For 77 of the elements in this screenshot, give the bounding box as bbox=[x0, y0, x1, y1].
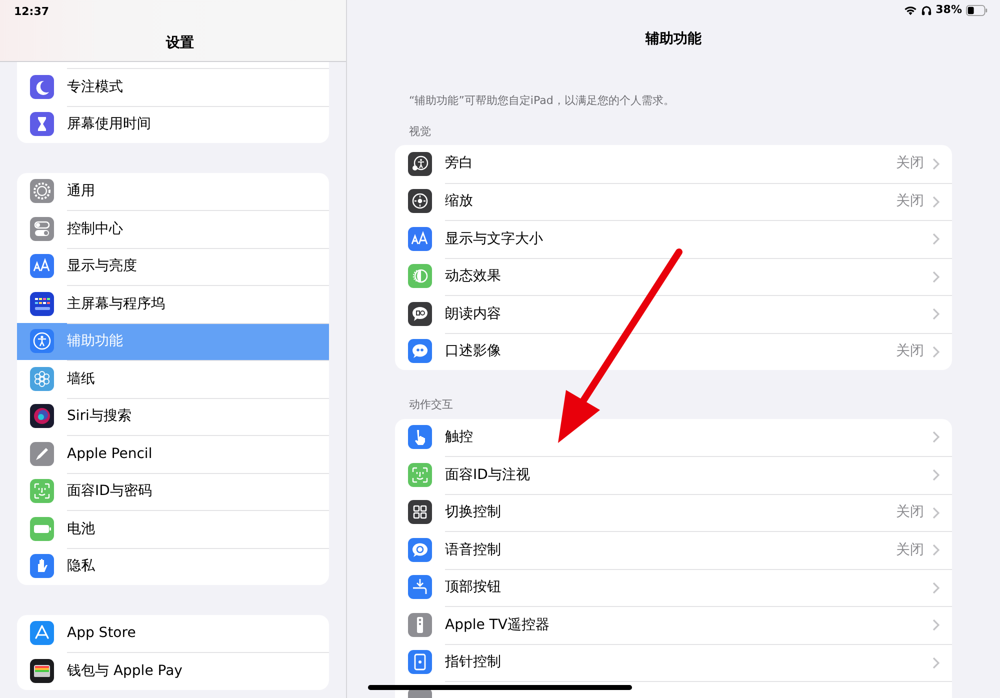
sidebar-item[interactable]: 通用 bbox=[17, 172, 329, 210]
chevron-icon bbox=[932, 158, 940, 170]
chevron-icon bbox=[932, 582, 940, 594]
settings-row[interactable]: 面容ID与注视 bbox=[395, 456, 952, 494]
chevron-icon bbox=[932, 308, 940, 320]
voice-control-icon bbox=[408, 538, 432, 562]
sidebar-item[interactable]: 专注模式 bbox=[17, 68, 329, 106]
face-id-icon bbox=[408, 462, 432, 487]
pencil-icon bbox=[30, 442, 54, 466]
sidebar-item[interactable]: Apple Pencil bbox=[17, 435, 329, 472]
sidebar-item[interactable]: 墙纸 bbox=[17, 360, 329, 398]
section-header: 视觉 bbox=[409, 124, 432, 140]
chevron-icon bbox=[932, 431, 940, 444]
settings-row[interactable]: 动态效果 bbox=[395, 258, 952, 295]
remote-icon bbox=[408, 612, 432, 637]
settings-row[interactable]: Apple TV遥控器 bbox=[395, 606, 952, 644]
section-header: 动作交互 bbox=[409, 397, 454, 413]
chevron-icon bbox=[932, 196, 940, 208]
page-title: 辅助功能 bbox=[644, 30, 702, 49]
chevron-icon bbox=[932, 656, 940, 669]
settings-row[interactable]: 旁白 关闭 bbox=[395, 145, 952, 182]
sidebar-item[interactable]: 屏幕使用时间 bbox=[17, 106, 329, 143]
voiceover-icon bbox=[408, 152, 432, 176]
sidebar-item[interactable]: 控制中心 bbox=[17, 210, 329, 248]
chevron-icon bbox=[932, 270, 940, 283]
battery-percent: 38% bbox=[936, 2, 962, 18]
accessibility-icon bbox=[30, 329, 54, 354]
wallet-icon bbox=[30, 658, 54, 683]
app-store-icon bbox=[30, 621, 54, 646]
pointing-hand-icon bbox=[408, 425, 432, 450]
settings-row[interactable]: 缩放 关闭 bbox=[395, 182, 952, 220]
gear-icon bbox=[30, 179, 54, 204]
toggles-icon bbox=[30, 216, 54, 241]
switch-grid-icon bbox=[408, 500, 432, 524]
status-time: 12:37 bbox=[14, 4, 50, 20]
chevron-icon bbox=[932, 619, 940, 632]
text-size-icon bbox=[30, 254, 54, 278]
settings-row[interactable]: 切换控制 关闭 bbox=[395, 494, 952, 531]
sidebar-item[interactable]: 电池 bbox=[17, 510, 329, 548]
settings-row[interactable]: 语音控制 关闭 bbox=[395, 531, 952, 568]
speech-bubble-icon bbox=[408, 302, 432, 326]
wifi-icon bbox=[904, 6, 917, 16]
description-text: “辅助功能”可帮助您自定iPad，以满足您的个人需求。 bbox=[409, 93, 676, 109]
sidebar-item[interactable]: App Store bbox=[17, 614, 329, 652]
settings-row[interactable]: 指针控制 bbox=[395, 644, 952, 681]
chevron-icon bbox=[932, 346, 940, 358]
quote-bubble-icon bbox=[408, 339, 432, 364]
zoom-icon bbox=[408, 189, 432, 214]
flower-icon bbox=[30, 366, 54, 391]
motion-icon bbox=[408, 264, 432, 288]
settings-row[interactable]: 显示与文字大小 bbox=[395, 220, 952, 258]
battery-icon bbox=[966, 5, 988, 16]
sidebar-item[interactable]: 隐私 bbox=[17, 548, 329, 585]
settings-row[interactable]: 顶部按钮 bbox=[395, 568, 952, 606]
text-size-icon bbox=[408, 226, 432, 251]
chevron-icon bbox=[932, 469, 940, 482]
top-button-icon bbox=[408, 575, 432, 600]
sidebar-item[interactable]: 主屏幕与程序坞 bbox=[17, 285, 329, 322]
sidebar-item[interactable]: 钱包与 Apple Pay bbox=[17, 652, 329, 690]
sidebar-item[interactable]: 面容ID与密码 bbox=[17, 472, 329, 510]
chevron-icon bbox=[932, 233, 940, 246]
app-grid-icon bbox=[30, 292, 54, 316]
sidebar-item[interactable]: 显示与亮度 bbox=[17, 248, 329, 285]
sidebar-item[interactable]: Siri与搜索 bbox=[17, 398, 329, 435]
hourglass-icon bbox=[30, 112, 54, 136]
sidebar-title: 设置 bbox=[164, 34, 195, 52]
face-id-icon bbox=[30, 479, 54, 504]
headphones-icon bbox=[920, 5, 932, 16]
moon-icon bbox=[30, 74, 54, 99]
chevron-icon bbox=[932, 544, 940, 556]
pointer-control-icon bbox=[408, 650, 432, 674]
settings-row[interactable]: 朗读内容 bbox=[395, 295, 952, 332]
hand-icon bbox=[30, 554, 54, 578]
battery-icon bbox=[30, 516, 54, 541]
siri-orb-icon bbox=[30, 404, 54, 428]
settings-row[interactable]: 口述影像 关闭 bbox=[395, 332, 952, 370]
chevron-icon bbox=[932, 506, 940, 519]
